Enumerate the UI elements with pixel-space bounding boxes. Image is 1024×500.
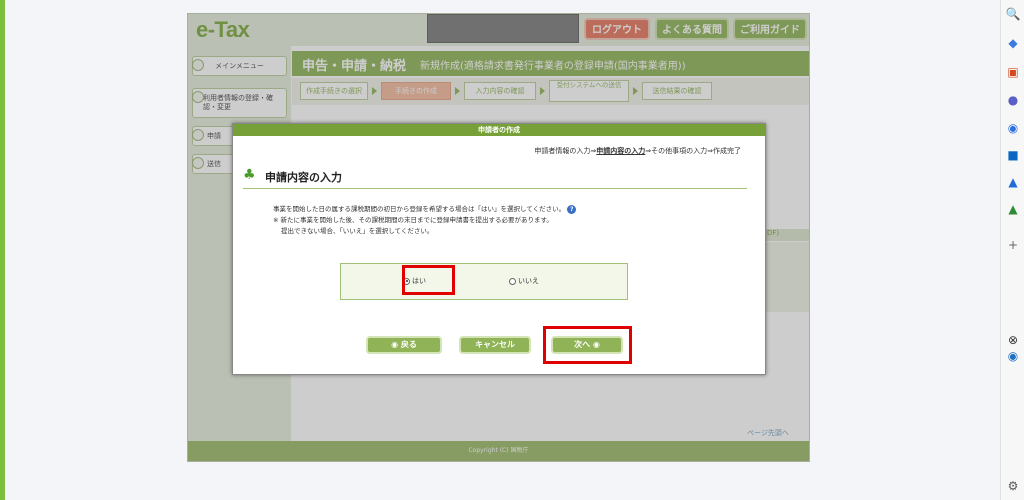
highlight-next-box [543,326,632,364]
desc-line-3: 提出できない場合、「いいえ」を選択してください。 [281,227,434,235]
tag-icon[interactable]: ◆ [1005,35,1021,51]
description: 事業を開始した日の属する課税期間の初日から登録を希望する場合は「はい」を選択して… [273,204,713,237]
search-icon[interactable]: 🔍 [1005,6,1021,22]
browser-left-strip [0,0,5,500]
clover-icon: ♣ [243,167,256,183]
tree-icon[interactable]: ▲ [1005,201,1021,217]
people-icon[interactable]: ● [1005,92,1021,108]
toolbox-icon[interactable]: ▣ [1005,64,1021,80]
radio-no[interactable]: いいえ [509,276,539,286]
copilot-icon[interactable]: ◉ [1005,120,1021,136]
section-heading: ♣ 申請内容の入力 [243,167,747,189]
breadcrumb-after: ⇒その他事項の入力⇒作成完了 [645,147,741,155]
app-icon[interactable]: ◉ [1005,348,1021,364]
outlook-icon[interactable]: ■ [1005,147,1021,163]
radio-no-label[interactable]: いいえ [518,276,539,286]
applicant-modal: 申請者の作成 申請者情報の入力⇒申請内容の入力⇒その他事項の入力⇒作成完了 ♣ … [232,123,766,375]
breadcrumb: 申請者情報の入力⇒申請内容の入力⇒その他事項の入力⇒作成完了 [534,146,741,156]
word-icon[interactable]: ▲ [1005,174,1021,190]
desc-line-1: 事業を開始した日の属する課税期間の初日から登録を希望する場合は「はい」を選択して… [273,205,566,213]
highlight-yes-box [402,265,455,295]
back-button[interactable]: ◉ 戻る [366,336,442,354]
radio-unchecked-icon[interactable] [509,277,516,285]
heading-text: 申請内容の入力 [265,171,342,184]
close-circle-icon[interactable]: ⊗ [1005,332,1021,348]
desc-line-2: ※ 新たに事業を開始した後、その課税期間の末日までに登録申請書を提出する必要があ… [273,216,553,224]
cancel-button[interactable]: キャンセル [459,336,531,354]
breadcrumb-before: 申請者情報の入力⇒ [534,147,597,155]
browser-sidebar: 🔍 ◆ ▣ ● ◉ ■ ▲ ▲ + ⊗ ◉ ⚙ [1000,0,1024,500]
modal-title: 申請者の作成 [233,124,765,136]
settings-gear-icon[interactable]: ⚙ [1005,478,1021,494]
add-icon[interactable]: + [1005,237,1021,253]
help-icon[interactable]: ? [567,204,577,214]
radio-panel: はい いいえ [340,263,628,300]
breadcrumb-current: 申請内容の入力 [596,147,646,155]
